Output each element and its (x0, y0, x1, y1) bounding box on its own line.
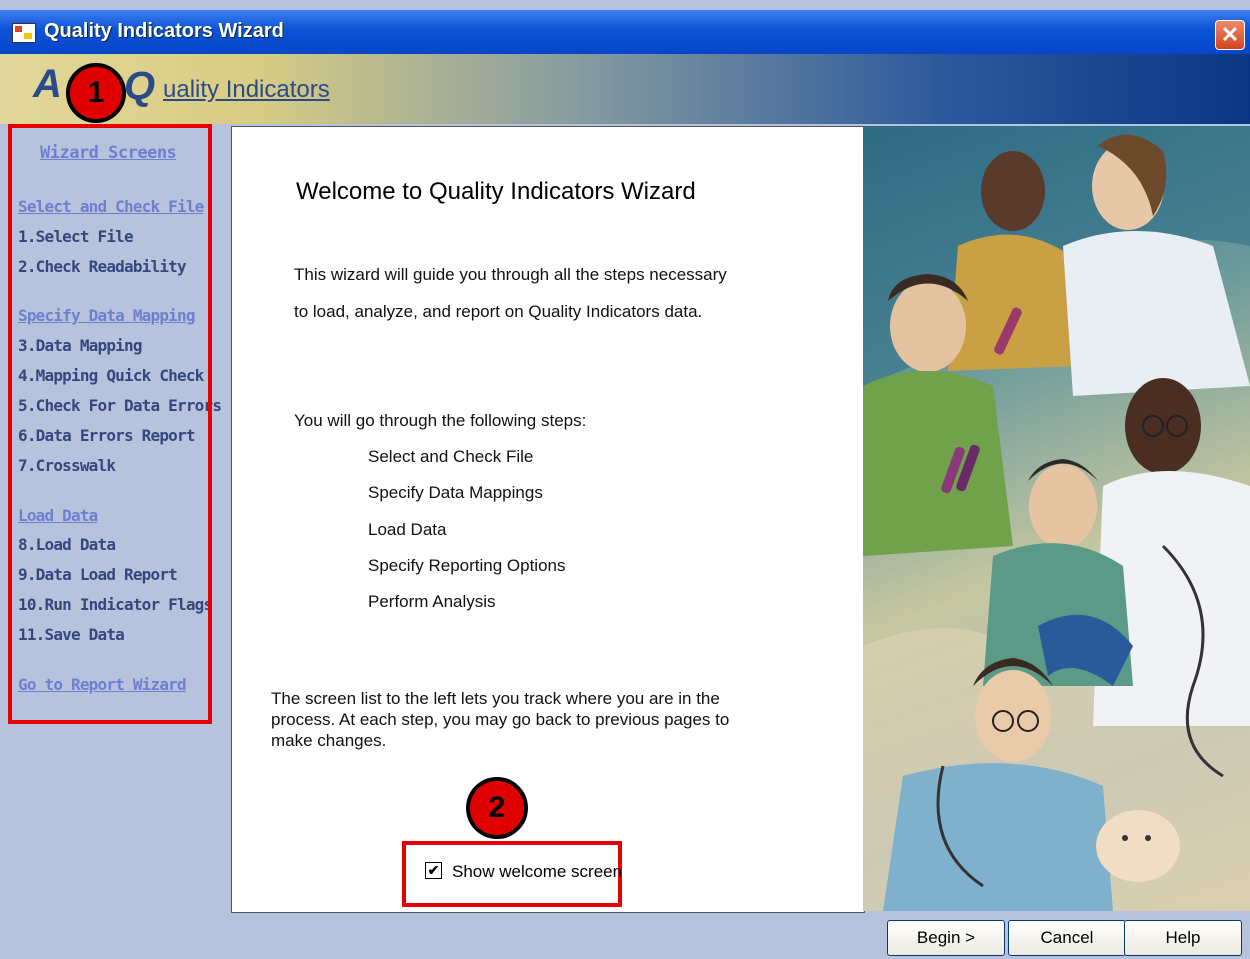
step-item: Specify Reporting Options (368, 556, 566, 575)
logo-letter-a: A (33, 62, 62, 106)
logo-text: uality Indicators (163, 76, 330, 103)
step-item: Perform Analysis (368, 592, 496, 611)
intro-line-2: to load, analyze, and report on Quality … (294, 302, 703, 321)
page-title: Welcome to Quality Indicators Wizard (296, 178, 696, 205)
show-welcome-checkbox[interactable]: ✔ (425, 862, 442, 879)
app-icon (12, 23, 36, 43)
note-line-1: The screen list to the left lets you tra… (271, 689, 720, 708)
cancel-button[interactable]: Cancel (1008, 920, 1126, 956)
illustration-graphic (863, 126, 1250, 911)
help-button[interactable]: Help (1124, 920, 1242, 956)
logo-letter-q: Q (124, 64, 156, 108)
callout-1: 1 (66, 63, 126, 123)
step-item: Select and Check File (368, 447, 534, 466)
window-title: Quality Indicators Wizard (44, 20, 284, 42)
note-line-2: process. At each step, you may go back t… (271, 710, 730, 729)
content-panel (231, 126, 865, 913)
step-item: Load Data (368, 520, 447, 539)
intro-line-1: This wizard will guide you through all t… (294, 265, 727, 284)
close-button[interactable]: ✕ (1215, 20, 1245, 50)
begin-button[interactable]: Begin > (887, 920, 1005, 956)
steps-intro: You will go through the following steps: (294, 411, 587, 430)
note-line-3: make changes. (271, 731, 387, 750)
healthcare-illustration (863, 126, 1250, 911)
callout-2: 2 (466, 777, 528, 839)
callout-highlight-sidebar (8, 124, 212, 724)
show-welcome-label[interactable]: Show welcome screen (452, 862, 622, 882)
step-item: Specify Data Mappings (368, 483, 543, 502)
